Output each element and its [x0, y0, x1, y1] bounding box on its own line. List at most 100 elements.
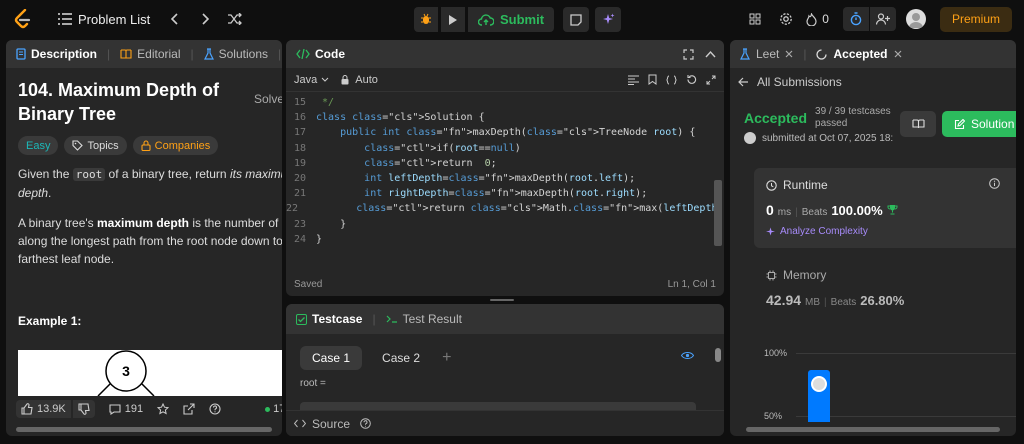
- code-line[interactable]: 21 int rightDepth=class="fn">maxDepth(ro…: [286, 186, 724, 201]
- value-divider: |: [795, 207, 798, 218]
- runtime-card[interactable]: Runtime 0 ms | Beats 100.00% Analyze Com…: [754, 168, 1016, 248]
- tab-divider: |: [107, 47, 111, 61]
- next-problem-icon[interactable]: [194, 8, 216, 30]
- all-submissions-link[interactable]: All Submissions: [730, 68, 1016, 89]
- code-line[interactable]: 18 class="ctl">if(root==null): [286, 141, 724, 156]
- auto-mode-label[interactable]: Auto: [355, 74, 378, 86]
- problem-list-button[interactable]: Problem List: [58, 12, 150, 27]
- editor-vertical-scrollbar[interactable]: [714, 180, 722, 246]
- edit-icon: [954, 118, 965, 130]
- code-line[interactable]: 24}: [286, 232, 724, 247]
- solution-button[interactable]: Solution: [942, 111, 1016, 137]
- line-number: 17: [293, 127, 306, 139]
- testcase-summary: 39 / 39 testcases passed: [815, 106, 891, 130]
- editorial-button[interactable]: [900, 111, 936, 137]
- timer-button[interactable]: [842, 7, 869, 31]
- format-lines-icon[interactable]: [628, 74, 639, 85]
- thumbs-down-icon[interactable]: [72, 400, 95, 418]
- memory-card[interactable]: Memory 42.94 MB | Beats 26.80%: [754, 262, 1016, 322]
- tab-accepted[interactable]: Accepted: [816, 47, 901, 61]
- editor-actions: [628, 74, 716, 85]
- reset-icon[interactable]: [686, 74, 697, 85]
- memory-values: 42.94 MB | Beats 26.80%: [766, 292, 1016, 308]
- fullscreen-icon[interactable]: [683, 48, 694, 60]
- help-icon[interactable]: [209, 403, 221, 415]
- passed-label: passed: [815, 118, 848, 129]
- code-line[interactable]: 17 public int class="fn">maxDepth(class=…: [286, 125, 724, 140]
- all-submissions-label: All Submissions: [757, 75, 842, 89]
- horizontal-scrollbar[interactable]: [16, 427, 272, 432]
- code-line[interactable]: 19 class="ctl">return 0;: [286, 156, 724, 171]
- memory-label: Memory: [783, 268, 827, 282]
- analyze-complexity-link[interactable]: Analyze Complexity: [766, 226, 1016, 237]
- expand-icon[interactable]: [706, 74, 716, 85]
- code-text: class="ctl">if(root==null): [364, 142, 521, 154]
- case-2-tab[interactable]: Case 2: [370, 346, 432, 370]
- submission-horizontal-scrollbar[interactable]: [746, 427, 1000, 432]
- root-input-field[interactable]: [300, 402, 696, 410]
- like-button[interactable]: 13.9K: [16, 400, 71, 418]
- case-1-tab[interactable]: Case 1: [300, 346, 363, 370]
- settings-gear-icon[interactable]: [770, 12, 802, 26]
- premium-button[interactable]: Premium: [939, 6, 1012, 32]
- collapse-chevron-icon[interactable]: [705, 50, 716, 58]
- topics-tag[interactable]: Topics: [64, 136, 127, 155]
- code-line[interactable]: 22 class="ctl">return class="cls">Math.c…: [286, 201, 724, 216]
- avatar[interactable]: [905, 9, 926, 29]
- tab-leet[interactable]: Leet: [740, 47, 793, 61]
- companies-tag[interactable]: Companies: [132, 136, 219, 155]
- source-button[interactable]: Source: [312, 417, 350, 431]
- eye-icon[interactable]: [681, 351, 694, 360]
- code-line[interactable]: 23 }: [286, 217, 724, 232]
- tab-solutions[interactable]: Solutions: [203, 47, 268, 61]
- ai-assist-button[interactable]: [595, 7, 622, 32]
- loading-spinner-icon: [816, 48, 828, 60]
- tab-divider: |: [803, 47, 807, 61]
- share-icon[interactable]: [183, 403, 195, 415]
- add-friend-button[interactable]: [869, 7, 896, 31]
- star-icon[interactable]: [157, 403, 170, 415]
- tab-testcase[interactable]: Testcase: [296, 312, 362, 326]
- resize-handle[interactable]: [490, 299, 514, 301]
- close-icon[interactable]: [894, 50, 902, 58]
- testcase-vertical-scrollbar[interactable]: [715, 348, 721, 362]
- debug-button[interactable]: [414, 7, 438, 32]
- info-icon[interactable]: [989, 178, 1000, 189]
- code-editor[interactable]: 15 */16 class class="cls">Solution {17 pu…: [286, 92, 724, 247]
- code-line[interactable]: 15 */: [286, 95, 724, 110]
- notes-button[interactable]: [563, 7, 590, 32]
- layout-grid-icon[interactable]: [740, 13, 770, 25]
- code-line[interactable]: 20 int leftDepth=class="fn">maxDepth(roo…: [286, 171, 724, 186]
- submission-panel-header: Leet | Accepted: [730, 40, 1016, 68]
- shuffle-icon[interactable]: [224, 8, 246, 30]
- cursor-position: Ln 1, Col 1: [667, 279, 716, 290]
- language-select[interactable]: Java: [294, 74, 329, 86]
- prev-problem-icon[interactable]: [164, 8, 186, 30]
- code-panel-header: Code: [286, 40, 724, 68]
- streak-fire-icon[interactable]: [802, 12, 820, 26]
- comments-button[interactable]: 191: [109, 403, 143, 415]
- tab-description[interactable]: Description: [16, 47, 97, 61]
- help-icon[interactable]: [360, 418, 371, 429]
- submit-button[interactable]: Submit: [468, 7, 555, 32]
- tab-editorial[interactable]: Editorial: [120, 47, 181, 61]
- run-button[interactable]: [441, 7, 465, 32]
- clock-icon: [766, 179, 777, 191]
- submission-panel: Leet | Accepted All Submissions Accepted…: [730, 40, 1016, 436]
- add-case-icon[interactable]: +: [442, 349, 451, 367]
- bookmark-icon[interactable]: [648, 74, 657, 85]
- testcase-panel-header: Testcase | Test Result: [286, 304, 724, 334]
- line-number: 18: [293, 142, 306, 154]
- line-number: 23: [293, 218, 306, 230]
- code-line[interactable]: 16 class class="cls">Solution {: [286, 110, 724, 125]
- code-tab[interactable]: Code: [296, 47, 345, 61]
- runtime-label: Runtime: [783, 178, 828, 192]
- runtime-unit: ms: [777, 207, 792, 218]
- line-number: 16: [293, 112, 306, 124]
- tab-test-result[interactable]: Test Result: [386, 312, 462, 326]
- difficulty-badge[interactable]: Easy: [18, 136, 59, 155]
- desc-text: A binary tree's: [18, 216, 97, 230]
- leetcode-logo-icon[interactable]: [14, 9, 32, 29]
- close-icon[interactable]: [785, 50, 793, 58]
- braces-icon[interactable]: [666, 74, 677, 85]
